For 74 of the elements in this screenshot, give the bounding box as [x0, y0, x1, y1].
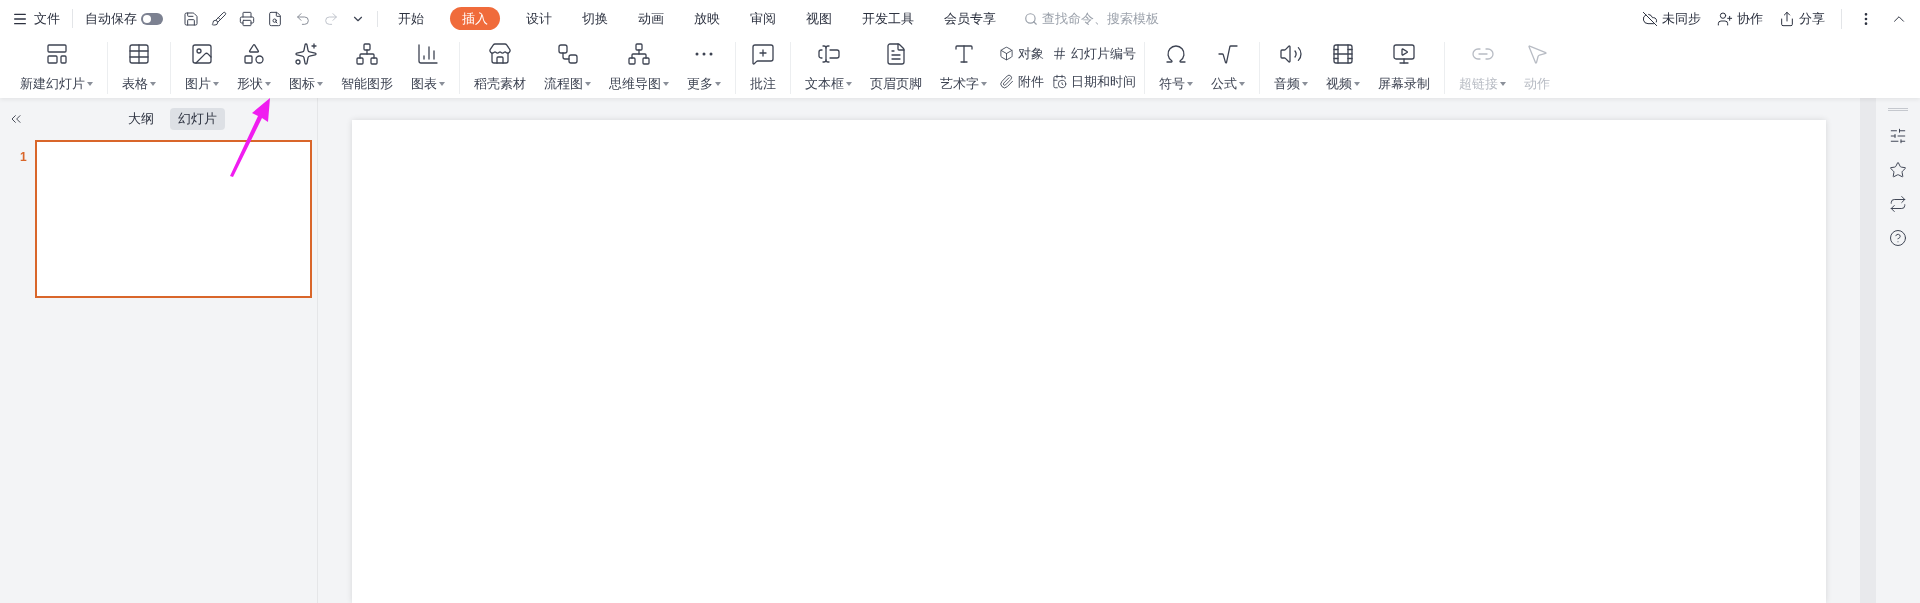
- print-icon[interactable]: [239, 10, 255, 27]
- panel-tab[interactable]: 幻灯片: [170, 108, 225, 130]
- ribbon-button[interactable]: 公式: [1205, 41, 1251, 94]
- file-menu[interactable]: 文件: [12, 8, 73, 29]
- search-icon: [1024, 11, 1038, 26]
- ribbon-button[interactable]: 音频: [1268, 41, 1314, 94]
- action-icon: [1779, 10, 1795, 27]
- ribbon-button[interactable]: 表格: [116, 41, 162, 94]
- save-icon[interactable]: [183, 10, 199, 27]
- ribbon-tab[interactable]: 视图: [802, 8, 836, 29]
- ribbon-button[interactable]: 页眉页脚: [864, 41, 928, 94]
- star-icon[interactable]: [1889, 161, 1907, 179]
- ribbon-button[interactable]: 文本框: [799, 41, 858, 94]
- ribbon-icon: [627, 41, 651, 66]
- ribbon-tab[interactable]: 审阅: [746, 8, 780, 29]
- ribbon-tab[interactable]: 会员专享: [940, 8, 1000, 29]
- help-icon[interactable]: [1889, 229, 1907, 247]
- ribbon-tab[interactable]: 开始: [394, 8, 428, 29]
- switch-icon[interactable]: [1889, 195, 1907, 213]
- ribbon-button[interactable]: 新建幻灯片: [14, 41, 99, 94]
- ribbon-small-button[interactable]: 对象: [999, 44, 1044, 64]
- ribbon-icon: [355, 41, 379, 66]
- ribbon-icon: [1052, 46, 1067, 62]
- ribbon-button[interactable]: 屏幕录制: [1372, 41, 1436, 94]
- ribbon-button[interactable]: 图标: [283, 41, 329, 94]
- ribbon-button[interactable]: 艺术字: [934, 41, 993, 94]
- ribbon-small-button[interactable]: 幻灯片编号: [1052, 44, 1136, 64]
- ribbon-icon: [751, 41, 775, 66]
- preview-icon[interactable]: [267, 10, 283, 27]
- toolbar-action[interactable]: 协作: [1717, 8, 1763, 29]
- ribbon-icon: [884, 41, 908, 66]
- more-icon: [695, 51, 713, 56]
- action-icon: [1717, 10, 1733, 27]
- ribbon-icon: [999, 46, 1014, 62]
- ribbon-icon: [127, 41, 151, 66]
- ribbon-icon: [555, 41, 580, 66]
- ribbon-icon: [999, 73, 1014, 89]
- ribbon-button[interactable]: 流程图: [538, 41, 597, 94]
- ribbon-small-button[interactable]: 日期和时间: [1052, 71, 1136, 91]
- slide-number: 1: [20, 149, 27, 166]
- ribbon-button[interactable]: 思维导图: [603, 41, 675, 94]
- ribbon-icon: [242, 41, 266, 66]
- slide-thumbnail[interactable]: [34, 140, 312, 298]
- ribbon-icon: [294, 41, 318, 66]
- ribbon-button[interactable]: 图片: [179, 41, 225, 94]
- brush-icon[interactable]: [211, 10, 227, 27]
- search-field[interactable]: 查找命令、搜索模板: [1024, 8, 1182, 29]
- ribbon-tab[interactable]: 放映: [690, 8, 724, 29]
- ribbon-icon: [44, 41, 69, 66]
- ribbon-tab[interactable]: 设计: [522, 8, 556, 29]
- ribbon-icon: [190, 41, 214, 66]
- ribbon-icon: [1052, 73, 1067, 89]
- ribbon-button[interactable]: 智能图形: [335, 41, 399, 94]
- ribbon-button[interactable]: 稻壳素材: [468, 41, 532, 94]
- toolbar-action[interactable]: 分享: [1779, 8, 1825, 29]
- ribbon-tab[interactable]: 开发工具: [858, 8, 918, 29]
- ribbon-button[interactable]: 视频: [1320, 41, 1366, 94]
- autosave-toggle[interactable]: [141, 12, 163, 25]
- ribbon-button[interactable]: 更多: [681, 41, 727, 94]
- ribbon-tab[interactable]: 动画: [634, 8, 668, 29]
- ribbon-icon: [488, 41, 512, 66]
- action-icon: [1642, 10, 1658, 27]
- ribbon-button[interactable]: 批注: [744, 41, 782, 94]
- ribbon-small-button[interactable]: 附件: [999, 71, 1044, 91]
- autosave-label: 自动保存: [85, 9, 137, 28]
- ribbon-icon: [1331, 41, 1355, 66]
- ribbon-button[interactable]: 图表: [405, 41, 451, 94]
- panel-tab[interactable]: 大纲: [120, 108, 162, 130]
- ribbon-button[interactable]: 形状: [231, 41, 277, 94]
- ribbon-tab[interactable]: 切换: [578, 8, 612, 29]
- ribbon-button[interactable]: 符号: [1153, 41, 1199, 94]
- toolbar-action[interactable]: 未同步: [1642, 8, 1701, 29]
- ribbon-icon: [1392, 41, 1416, 66]
- settings-icon[interactable]: [1889, 127, 1907, 145]
